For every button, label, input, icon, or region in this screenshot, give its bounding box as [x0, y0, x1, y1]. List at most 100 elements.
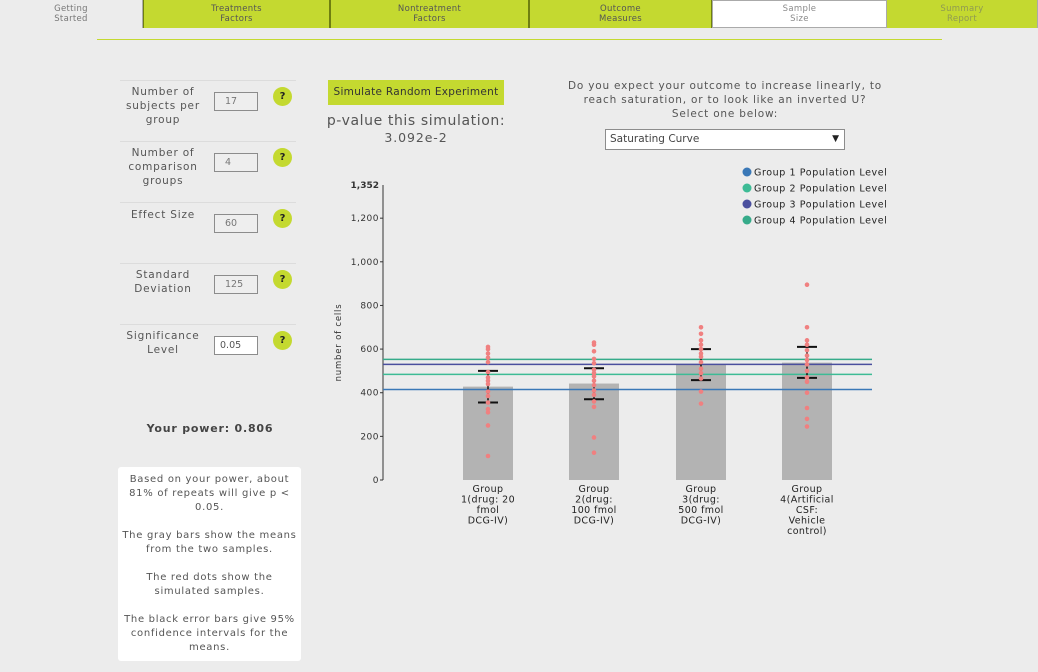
effect-size-input[interactable]: 60 — [214, 214, 258, 233]
tab-outcome-measures[interactable]: Outcome Measures — [529, 0, 712, 28]
sample-dot — [804, 416, 810, 422]
param-divider — [120, 324, 296, 325]
sample-dot — [485, 410, 491, 415]
y-tick-label: 400 — [360, 389, 379, 399]
x-category-label: DCG-IV) — [574, 516, 615, 527]
sample-dot — [591, 348, 597, 354]
sample-dot — [698, 351, 704, 356]
legend-label: Group 3 Population Level — [754, 200, 887, 211]
sample-dot — [591, 378, 597, 384]
tab-label: Report — [947, 14, 977, 24]
x-category-label: Group — [792, 484, 823, 495]
significance-level-input[interactable]: 0.05 — [214, 336, 258, 355]
param-label: Significance Level — [126, 330, 200, 356]
y-tick-label: 1,000 — [351, 258, 379, 268]
tab-label: Outcome — [600, 3, 641, 14]
help-icon[interactable]: ? — [273, 148, 292, 167]
tab-label: Nontreatment — [397, 3, 462, 14]
help-icon[interactable]: ? — [273, 331, 292, 350]
tab-label: Getting — [54, 3, 88, 14]
tab-getting-started[interactable]: Getting Started — [0, 0, 143, 28]
sample-dot — [591, 392, 597, 398]
sample-dot — [698, 401, 704, 406]
param-divider — [120, 80, 296, 81]
sample-dot — [485, 344, 491, 350]
x-category-label: Vehicle — [789, 516, 826, 527]
sample-dot — [804, 405, 810, 411]
tab-label: Measures — [599, 14, 642, 24]
curve-shape-select[interactable]: Saturating Curve ▼ — [605, 129, 845, 150]
sample-dot — [804, 324, 810, 330]
param-label: Effect Size — [130, 209, 196, 221]
mean-bar — [569, 383, 619, 480]
sample-dot — [591, 367, 597, 373]
sample-dot — [485, 453, 491, 459]
sample-dot — [591, 450, 597, 456]
sample-dot — [804, 342, 810, 348]
sample-dot — [698, 346, 704, 352]
sample-dot — [591, 388, 597, 393]
param-comparison-groups: Number of comparison groups 4 ? — [120, 141, 296, 199]
pvalue-label: p-value this simulation: — [326, 113, 506, 129]
sample-dot — [804, 338, 810, 343]
sample-dot — [698, 324, 704, 330]
sample-dot — [804, 362, 810, 367]
curve-shape-selected: Saturating Curve — [610, 133, 700, 145]
sample-dot — [485, 406, 491, 412]
sample-dot — [591, 399, 597, 404]
sample-dot — [485, 359, 491, 365]
x-category-label: CSF: — [796, 505, 818, 516]
x-category-label: 500 fmol — [678, 505, 723, 516]
legend-label: Group 4 Population Level — [754, 216, 887, 227]
sample-dot — [591, 404, 597, 410]
param-divider — [120, 202, 296, 203]
sample-dot — [591, 360, 597, 366]
param-effect-size: Effect Size 60 ? — [120, 202, 296, 260]
sample-dot — [698, 342, 704, 348]
chevron-down-icon: ▼ — [832, 134, 839, 144]
subjects-per-group-input[interactable]: 17 — [214, 92, 258, 111]
tab-label: Size — [790, 14, 809, 24]
param-standard-deviation: Standard Deviation 125 ? — [120, 263, 296, 321]
standard-deviation-input[interactable]: 125 — [214, 275, 258, 294]
comparison-groups-input[interactable]: 4 — [214, 153, 258, 172]
sample-dot — [591, 342, 597, 348]
mean-bar — [676, 364, 726, 480]
legend-swatch — [742, 183, 752, 193]
explanation-power: Based on your power, about 81% of repeat… — [129, 474, 290, 513]
help-icon[interactable]: ? — [273, 270, 292, 289]
tab-sample-size[interactable]: Sample Size — [712, 0, 887, 28]
sample-dot — [698, 370, 704, 376]
sample-dot — [485, 375, 491, 380]
x-category-label: DCG-IV) — [468, 516, 509, 527]
sample-dot — [485, 400, 491, 405]
sample-dot — [485, 369, 491, 375]
sample-dot — [698, 366, 704, 372]
mean-bar — [463, 386, 513, 480]
x-category-label: 2(drug: — [575, 495, 613, 506]
tab-nontreatment-factors[interactable]: Nontreatment Factors — [330, 0, 529, 28]
param-label: Standard Deviation — [134, 269, 192, 295]
sample-dot — [804, 353, 810, 358]
help-icon[interactable]: ? — [273, 87, 292, 106]
legend-swatch — [742, 215, 752, 225]
param-subjects-per-group: Number of subjects per group 17 ? — [120, 80, 296, 138]
sample-dot — [485, 346, 491, 352]
tab-treatments-factors[interactable]: Treatments Factors — [143, 0, 330, 28]
y-tick-label: 1,200 — [351, 214, 379, 224]
legend-label: Group 2 Population Level — [754, 184, 887, 195]
sample-dot — [485, 351, 491, 356]
explanation-error-bars: The black error bars give 95% confidence… — [124, 614, 295, 653]
x-category-label: 4(Artificial — [780, 495, 834, 506]
tab-summary-report[interactable]: Summary Report — [887, 0, 1038, 28]
legend-label: Group 1 Population Level — [754, 168, 887, 179]
simulate-button[interactable]: Simulate Random Experiment — [328, 80, 504, 105]
help-icon[interactable]: ? — [273, 209, 292, 228]
sample-dot — [591, 374, 597, 379]
legend-swatch — [742, 167, 752, 177]
sample-dot — [804, 282, 810, 288]
sample-dot — [804, 379, 810, 385]
tab-label: Sample — [782, 3, 817, 14]
sample-dot — [804, 347, 810, 353]
mean-bar — [782, 362, 832, 480]
